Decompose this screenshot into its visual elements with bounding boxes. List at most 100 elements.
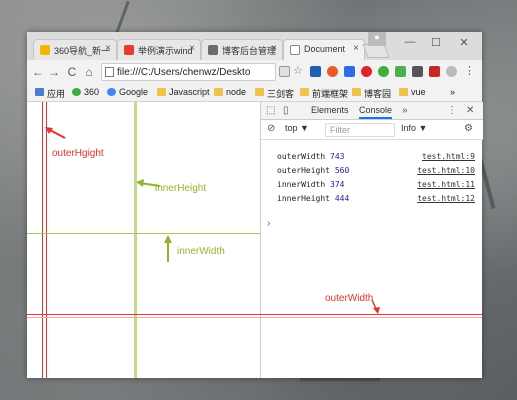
bookmark-javascript[interactable]: Javascript: [157, 87, 210, 97]
inspect-element-icon[interactable]: ⬚: [266, 105, 275, 116]
apps-grid-icon: [35, 88, 44, 96]
blog-icon: [208, 45, 218, 55]
console-prompt[interactable]: ›: [267, 218, 270, 229]
address-text: file:///C:/Users/chenwz/Deskto: [117, 67, 251, 78]
devtools-panel: ⬚ ▯ Elements Console » ⋮ ✕ ⊘ top ▼ Filte…: [260, 102, 483, 378]
clear-console-icon[interactable]: ⊘: [267, 123, 275, 134]
inner-height-label: innerHeight: [155, 183, 207, 194]
bookmark-apps[interactable]: 应用: [35, 87, 65, 100]
console-toolbar: ⊘ top ▼ Filter Info ▼ ⚙: [261, 120, 483, 140]
address-bar[interactable]: file:///C:/Users/chenwz/Deskto: [101, 63, 276, 81]
console-filter-input[interactable]: Filter: [325, 123, 395, 137]
console-settings-icon[interactable]: ⚙: [464, 123, 473, 134]
inner-width-arrowhead: [164, 235, 172, 243]
close-icon[interactable]: ×: [353, 43, 359, 54]
page-icon: [124, 45, 134, 55]
tab-example[interactable]: 举例演示wind ×: [117, 39, 201, 60]
extension-green-icon[interactable]: [395, 66, 406, 77]
log-source-link[interactable]: test.html:11: [417, 180, 475, 189]
back-icon[interactable]: ←: [31, 65, 45, 79]
outer-width-arrowhead: [373, 307, 380, 314]
forward-icon[interactable]: →: [47, 65, 61, 79]
close-icon[interactable]: ×: [271, 43, 277, 54]
outer-width-label: outerWidth: [325, 293, 374, 304]
context-selector[interactable]: top ▼: [285, 123, 309, 133]
browser-window: 360导航_新一 × 举例演示wind × 博客后台管理 × Document …: [27, 32, 483, 378]
log-value: 560: [334, 166, 350, 175]
extension-360-icon[interactable]: [378, 66, 389, 77]
console-log-row: innerWidth 374 test.html:11: [261, 178, 483, 192]
device-toolbar-icon[interactable]: ▯: [283, 105, 289, 116]
bookmark-node[interactable]: node: [214, 87, 246, 97]
log-key: outerHeight: [277, 166, 330, 175]
console-log-row: outerWidth 743 test.html:9: [261, 150, 483, 164]
extension-baidu-icon[interactable]: [344, 66, 355, 77]
maximize-icon[interactable]: ☐: [429, 36, 443, 49]
profile-avatar-icon[interactable]: ●: [368, 32, 386, 46]
document-icon: [290, 45, 300, 55]
tab-360-nav[interactable]: 360导航_新一 ×: [33, 39, 117, 60]
inner-height-arrowhead: [136, 179, 144, 187]
devtools-tabbar: ⬚ ▯ Elements Console » ⋮ ✕: [261, 102, 483, 120]
devtools-menu-icon[interactable]: ⋮: [447, 105, 457, 116]
bookmark-vue[interactable]: vue: [399, 87, 426, 97]
outer-height-label: outerHgight: [52, 148, 104, 159]
tab-label: 博客后台管理: [222, 46, 277, 56]
console-log-row: outerHeight 560 test.html:10: [261, 164, 483, 178]
tab-label: 举例演示wind: [138, 46, 193, 56]
log-source-link[interactable]: test.html:12: [417, 194, 475, 203]
extension-gray-icon[interactable]: [412, 66, 423, 77]
bookmark-frontend[interactable]: 前端框架: [300, 87, 348, 100]
close-icon[interactable]: ×: [105, 43, 111, 54]
translate-icon[interactable]: [279, 66, 290, 77]
title-bar: 360导航_新一 × 举例演示wind × 博客后台管理 × Document …: [27, 32, 482, 60]
extension-opera-icon[interactable]: [361, 66, 372, 77]
log-key: innerWidth: [277, 180, 326, 189]
more-tabs-icon[interactable]: »: [402, 105, 408, 116]
tab-label: 360导航_新一: [54, 46, 111, 56]
log-levels-dropdown[interactable]: Info ▼: [401, 123, 459, 137]
close-icon[interactable]: ×: [189, 43, 195, 54]
window-close-icon[interactable]: ✕: [457, 36, 471, 49]
log-value: 743: [330, 152, 345, 161]
annotation-arrows: [45, 127, 172, 262]
360-browser-icon: [40, 45, 50, 55]
bookmark-sanjianke[interactable]: 三剑客: [255, 87, 294, 100]
devtools-close-icon[interactable]: ✕: [466, 105, 474, 116]
log-value: 444: [334, 194, 350, 203]
folder-icon: [300, 88, 309, 96]
file-page-icon: [105, 67, 114, 77]
log-source-link[interactable]: test.html:9: [422, 152, 475, 161]
bookmarks-more-icon[interactable]: »: [450, 87, 455, 97]
inner-width-label: innerWidth: [177, 246, 225, 257]
tab-elements[interactable]: Elements: [311, 105, 349, 115]
log-key: innerHeight: [277, 194, 330, 203]
log-key: outerWidth: [277, 152, 326, 161]
extension-weibo-icon[interactable]: [327, 66, 338, 77]
google-icon: [107, 88, 116, 96]
bookmark-cnblogs[interactable]: 博客园: [352, 87, 391, 100]
extension-sync-icon[interactable]: [446, 66, 457, 77]
tab-console[interactable]: Console: [359, 105, 393, 119]
tab-label: Document: [304, 44, 346, 54]
extension-v-icon[interactable]: [310, 66, 321, 77]
log-source-link[interactable]: test.html:10: [417, 166, 475, 175]
new-tab-button[interactable]: [362, 44, 390, 58]
folder-icon: [352, 88, 361, 96]
menu-icon[interactable]: ⋮: [464, 64, 475, 77]
home-icon[interactable]: ⌂: [82, 65, 96, 79]
bookmark-google[interactable]: Google: [107, 87, 148, 97]
extension-red-icon[interactable]: [429, 66, 440, 77]
tab-document[interactable]: Document ×: [283, 39, 365, 60]
bookmark-360[interactable]: 360: [72, 87, 99, 97]
folder-icon: [255, 88, 264, 96]
folder-icon: [399, 88, 408, 96]
star-icon[interactable]: ☆: [293, 64, 304, 77]
minimize-icon[interactable]: —: [403, 36, 417, 48]
page-viewport: outerHgight innerHeight innerWidth: [27, 102, 260, 378]
360-icon: [72, 88, 81, 96]
reload-icon[interactable]: C: [65, 65, 79, 79]
tab-blog-admin[interactable]: 博客后台管理 ×: [201, 39, 283, 60]
bookmarks-bar: 应用 360 Google Javascript node 三剑客 前端框架 博…: [27, 84, 482, 102]
navigation-toolbar: ← → C ⌂ file:///C:/Users/chenwz/Deskto ☆…: [27, 60, 482, 84]
